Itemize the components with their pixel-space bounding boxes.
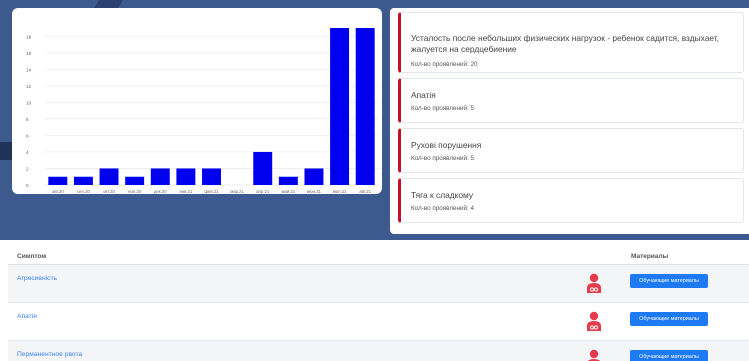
x-tick-label: ноя.20	[128, 189, 142, 194]
bar	[278, 176, 298, 185]
bar	[253, 151, 273, 185]
x-tick-label: май.21	[281, 189, 295, 194]
bar	[125, 176, 145, 185]
symptom-link[interactable]: Апатія	[17, 313, 37, 320]
y-tick-label: 6	[26, 133, 29, 138]
symptom-bar-chart: 0 2 4 6 8 10 12 14 16 18 авг.20 сен.20 окт.20 ноя.20 д…	[26, 28, 378, 194]
x-tick-label: дек.20	[154, 189, 167, 194]
y-tick-label: 8	[26, 117, 29, 122]
symptom-link[interactable]: Агресивність	[17, 275, 57, 282]
symptom-count: Кол-во проявлений: 4	[411, 205, 475, 212]
bar	[176, 168, 196, 185]
symptom-title: Апатія	[411, 90, 436, 100]
x-tick-label: июл.21	[333, 189, 348, 194]
symptom-card[interactable]: Усталость после небольших физических наг…	[398, 12, 744, 73]
symptom-summary-panel: Усталость после небольших физических наг…	[390, 8, 749, 234]
bar	[330, 28, 350, 185]
bar	[73, 176, 93, 185]
x-tick-label: авг.21	[359, 189, 371, 194]
bar	[150, 168, 170, 185]
y-tick-label: 12	[26, 84, 32, 89]
y-tick-label: 18	[26, 34, 32, 39]
symptom-card[interactable]: Рухові порушення Кол-во проявлений: 5	[398, 128, 744, 173]
x-tick-label: сен.20	[77, 189, 90, 194]
training-materials-button[interactable]: Обучающие материалы	[630, 274, 708, 288]
symptom-card[interactable]: Тяга к сладкому Кол-во проявлений: 4	[398, 178, 744, 223]
doctor-icon	[587, 349, 601, 361]
y-tick-label: 4	[26, 150, 29, 155]
bar	[99, 168, 119, 185]
x-tick-label: мар.21	[230, 189, 244, 194]
bar	[304, 168, 324, 185]
doctor-icon	[587, 311, 601, 331]
bar	[202, 168, 221, 185]
symptoms-table: Симптом Материалы Агресивність Обучающие…	[0, 240, 749, 361]
y-tick-label: 10	[26, 100, 32, 105]
doctor-icon	[587, 273, 601, 293]
chart-card: 0 2 4 6 8 10 12 14 16 18 авг.20 сен.20 окт.20 ноя.20 д…	[12, 8, 382, 194]
x-tick-label: фев.21	[204, 189, 219, 194]
x-tick-label: июн.21	[307, 189, 322, 194]
symptom-count: Кол-во проявлений: 20	[411, 61, 478, 68]
symptom-count: Кол-во проявлений: 5	[411, 155, 475, 162]
bar	[48, 176, 68, 185]
table-row: Апатія Обучающие материалы	[8, 303, 749, 341]
y-tick-label: 2	[26, 166, 29, 171]
column-header-symptom: Симптом	[17, 253, 47, 260]
bar	[355, 28, 375, 185]
y-tick-label: 14	[26, 67, 32, 72]
training-materials-button[interactable]: Обучающие материалы	[630, 312, 708, 326]
symptom-title: Усталость после небольших физических наг…	[411, 33, 719, 54]
symptom-title: Тяга к сладкому	[411, 190, 474, 200]
table-row: Агресивність Обучающие материалы	[8, 265, 749, 303]
x-tick-label: авг.20	[52, 189, 64, 194]
x-tick-label: апр.21	[256, 189, 270, 194]
x-tick-label: янв.21	[179, 189, 193, 194]
symptom-title: Рухові порушення	[411, 140, 482, 150]
symptom-link[interactable]: Перманентное рвота	[17, 351, 82, 358]
training-materials-button[interactable]: Обучающие материалы	[630, 350, 708, 361]
dashboard-page: 0 2 4 6 8 10 12 14 16 18 авг.20 сен.20 окт.20 ноя.20 д…	[0, 0, 749, 361]
y-tick-label: 16	[26, 51, 32, 56]
symptom-card[interactable]: Апатія Кол-во проявлений: 5	[398, 78, 744, 123]
x-tick-label: окт.20	[103, 189, 115, 194]
table-row: Перманентное рвота Обучающие материалы	[8, 341, 749, 361]
y-tick-label: 0	[26, 183, 29, 188]
column-header-materials: Материалы	[631, 253, 669, 260]
symptom-count: Кол-во проявлений: 5	[411, 105, 475, 112]
